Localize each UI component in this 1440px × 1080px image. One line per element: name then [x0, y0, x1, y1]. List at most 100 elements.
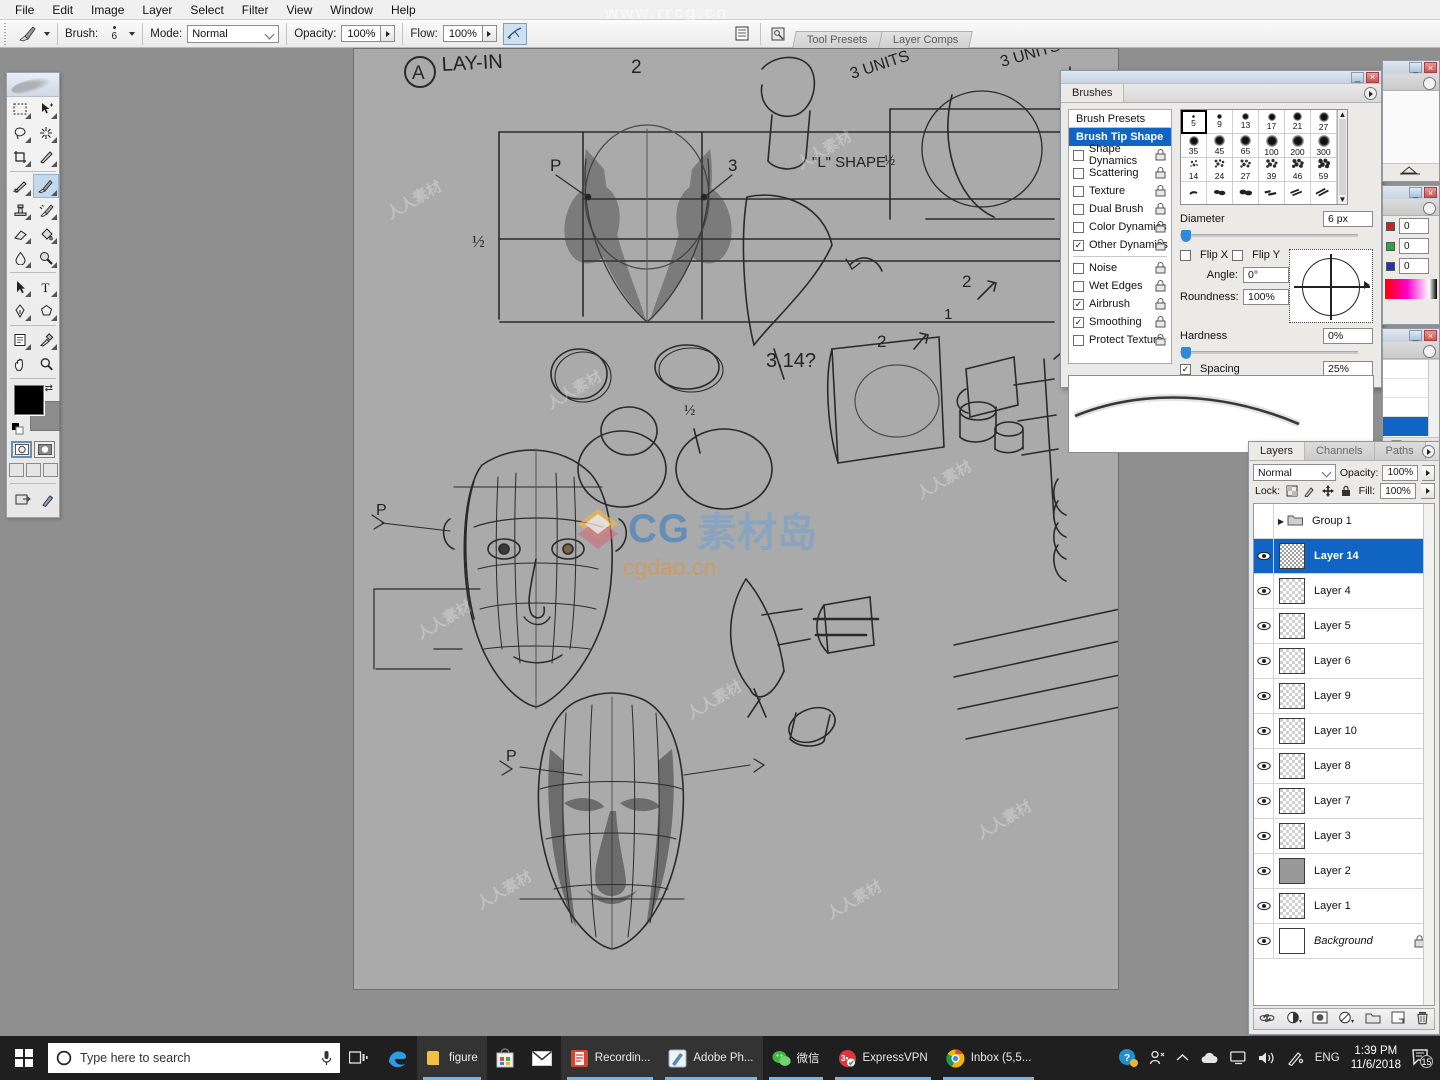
- task-view-button[interactable]: [340, 1036, 377, 1080]
- windows-ink-icon[interactable]: [1287, 1051, 1304, 1066]
- brush-tip-cell[interactable]: 45: [1207, 134, 1233, 158]
- tab-layer-comps[interactable]: Layer Comps: [877, 30, 973, 48]
- new-layer-icon[interactable]: [1391, 1011, 1405, 1027]
- link-layers-icon[interactable]: [1259, 1012, 1275, 1027]
- toolbox-header-grip[interactable]: [7, 73, 59, 97]
- flow-input[interactable]: 100%: [442, 25, 483, 42]
- search-input[interactable]: Type here to search: [48, 1043, 340, 1073]
- layer-thumbnail-cell[interactable]: [1274, 788, 1310, 814]
- visibility-toggle[interactable]: [1254, 609, 1274, 643]
- other-dynamics-checkbox[interactable]: ✓: [1073, 239, 1084, 251]
- layer-thumbnail[interactable]: [1279, 683, 1305, 709]
- delete-layer-icon[interactable]: [1416, 1011, 1429, 1028]
- zoom-slider-icon[interactable]: [1400, 165, 1422, 178]
- layer-list[interactable]: ▶ Group 1 Layer 14 Layer 4 Layer 5 Layer…: [1253, 503, 1435, 1006]
- standard-mode-button[interactable]: [11, 441, 32, 458]
- brush-tip-cell[interactable]: 17: [1259, 110, 1285, 134]
- hand-tool[interactable]: [7, 352, 33, 376]
- diameter-slider[interactable]: [1180, 230, 1358, 242]
- notes-tool[interactable]: [7, 328, 33, 352]
- taskbar-app-recording[interactable]: Recordin...: [560, 1036, 660, 1080]
- roundness-input[interactable]: 100%: [1243, 289, 1289, 305]
- opacity-input[interactable]: 100%: [341, 25, 382, 42]
- layer-thumbnail[interactable]: [1279, 823, 1305, 849]
- blur-tool[interactable]: [7, 246, 33, 270]
- microphone-icon[interactable]: [321, 1050, 332, 1066]
- onedrive-cloud-icon[interactable]: [1200, 1052, 1219, 1065]
- airbrush-toggle-button[interactable]: [502, 22, 527, 45]
- panel-menu-icon[interactable]: [1364, 87, 1377, 100]
- clock[interactable]: 1:39 PM 11/6/2018: [1351, 1044, 1401, 1073]
- layer-row-background[interactable]: Background: [1254, 924, 1434, 959]
- layer-thumbnail[interactable]: [1279, 718, 1305, 744]
- taskbar-app-edge[interactable]: [377, 1036, 417, 1080]
- lock-icon[interactable]: [1155, 203, 1166, 215]
- tool-preset-chevron-down-icon[interactable]: [44, 31, 50, 36]
- menu-edit[interactable]: Edit: [43, 1, 82, 19]
- scrollbar-thumb[interactable]: [1339, 119, 1346, 195]
- lock-icon[interactable]: [1155, 221, 1166, 233]
- full-screen-menubar-mode-button[interactable]: [25, 463, 41, 477]
- hardness-slider-knob[interactable]: [1181, 347, 1191, 359]
- move-tool[interactable]: [33, 97, 59, 121]
- close-icon[interactable]: ×: [1424, 187, 1437, 198]
- diameter-input[interactable]: 6 px: [1323, 211, 1373, 227]
- group-expander[interactable]: ▶: [1274, 513, 1308, 529]
- tab-brushes[interactable]: Brushes: [1061, 84, 1125, 102]
- layer-thumbnail[interactable]: [1279, 578, 1305, 604]
- menu-window[interactable]: Window: [321, 1, 382, 19]
- smoothing-item[interactable]: ✓ Smoothing: [1069, 313, 1171, 331]
- network-monitor-icon[interactable]: [1229, 1051, 1247, 1065]
- smoothing-checkbox[interactable]: ✓: [1073, 316, 1084, 328]
- paint-bucket-tool[interactable]: [33, 222, 59, 246]
- green-input[interactable]: 0: [1399, 238, 1429, 254]
- swap-colors-icon[interactable]: ⇄: [45, 383, 53, 394]
- options-bar-grip[interactable]: [2, 22, 11, 45]
- layers-scrollbar[interactable]: [1423, 504, 1434, 1005]
- magic-wand-tool[interactable]: [33, 121, 59, 145]
- layer-thumbnail[interactable]: [1279, 543, 1305, 569]
- visibility-toggle[interactable]: [1254, 574, 1274, 608]
- brush-tip-cell[interactable]: 46: [1285, 158, 1311, 182]
- fill-input[interactable]: 100%: [1380, 483, 1416, 499]
- brush-tip-cell[interactable]: 13: [1233, 110, 1259, 134]
- tab-layers[interactable]: Layers: [1249, 442, 1306, 460]
- file-browser-icon[interactable]: [768, 23, 790, 45]
- adjustment-layer-icon[interactable]: [1338, 1011, 1355, 1027]
- navigator-tab[interactable]: [1383, 74, 1439, 91]
- hardness-input[interactable]: 0%: [1323, 328, 1373, 344]
- angle-input[interactable]: 0°: [1243, 267, 1289, 283]
- layer-thumbnail[interactable]: [1279, 753, 1305, 779]
- widget-roundness-circle[interactable]: [1302, 258, 1360, 316]
- layer-row-layer-5[interactable]: Layer 5: [1254, 609, 1434, 644]
- lock-all-icon[interactable]: [1339, 485, 1352, 498]
- brush-tip-cell[interactable]: [1259, 182, 1285, 204]
- jump-to-imageready-icon[interactable]: [11, 488, 35, 512]
- type-tool[interactable]: T: [33, 275, 59, 299]
- close-icon[interactable]: ×: [1366, 71, 1379, 83]
- panel-menu-icon[interactable]: [1422, 445, 1435, 458]
- layer-thumbnail-cell[interactable]: [1274, 893, 1310, 919]
- blend-mode-select[interactable]: Normal: [187, 24, 280, 43]
- color-dynamics-checkbox[interactable]: [1073, 221, 1084, 233]
- lock-icon[interactable]: [1155, 316, 1166, 328]
- layer-row-layer-2[interactable]: Layer 2: [1254, 854, 1434, 889]
- flip-x-checkbox[interactable]: [1180, 249, 1191, 261]
- layer-thumbnail[interactable]: [1279, 928, 1305, 954]
- layer-thumbnail[interactable]: [1279, 858, 1305, 884]
- dodge-tool[interactable]: [33, 246, 59, 270]
- crop-tool[interactable]: [7, 145, 33, 169]
- close-icon[interactable]: ×: [1424, 62, 1437, 73]
- visibility-toggle[interactable]: [1254, 539, 1274, 573]
- eyedropper-tool[interactable]: [33, 328, 59, 352]
- close-icon[interactable]: ×: [1424, 330, 1437, 341]
- lock-icon[interactable]: [1155, 149, 1166, 161]
- lock-transparent-pixels-icon[interactable]: [1285, 485, 1298, 498]
- document-canvas[interactable]: A LAY-IN 2 ½ P 3 3 UNITS 3 UNITS "L" SHA…: [353, 48, 1119, 990]
- windows-start-icon[interactable]: [0, 1036, 48, 1080]
- lock-icon[interactable]: [1155, 167, 1166, 179]
- help-circle-icon[interactable]: ?: [1118, 1048, 1138, 1068]
- visibility-toggle[interactable]: [1254, 679, 1274, 713]
- history-titlebar[interactable]: _ ×: [1383, 329, 1439, 342]
- menu-help[interactable]: Help: [382, 1, 425, 19]
